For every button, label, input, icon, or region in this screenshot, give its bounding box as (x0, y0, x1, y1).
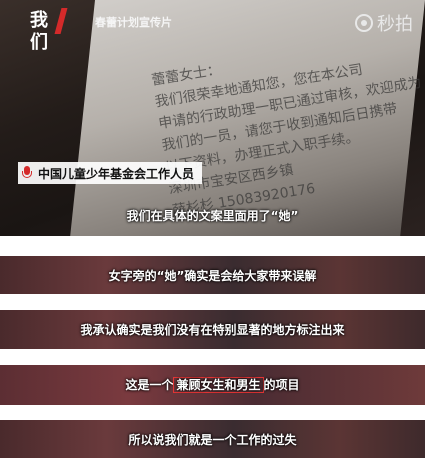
speaker-label: 中国儿童少年基金会工作人员 (38, 166, 195, 181)
video-frame-5: 所以说我们就是一个工作的过失 (0, 420, 425, 458)
video-topbar: 我们 春蕾计划宣传片 秒拍 (0, 0, 425, 53)
subtitle-5: 所以说我们就是一个工作的过失 (128, 433, 297, 447)
subtitle-4-prefix: 这是一个 (125, 378, 174, 392)
subtitle-4-suffix: 的项目 (263, 378, 300, 392)
program-title: 春蕾计划宣传片 (95, 16, 172, 29)
subtitle-4: 这是一个 兼顾女生和男生 的项目 (0, 376, 425, 393)
video-frame-1: 蕾蕾女士： 我们很荣幸地通知您，您在本公司 申请的行政助理一职已通过审核，欢迎成… (0, 0, 425, 236)
video-frame-3: 我承认确实是我们没有在特别显著的地方标注出来 (0, 310, 425, 349)
brand-text: 秒拍 (377, 14, 413, 35)
subtitle-3: 我承认确实是我们没有在特别显著的地方标注出来 (80, 323, 345, 337)
subtitle-1: 我们在具体的文案里面用了“她” (126, 209, 299, 223)
speaker-caption: 中国儿童少年基金会工作人员 (18, 162, 203, 184)
video-frame-2: 女字旁的“她”确实是会给大家带来误解 (0, 256, 425, 294)
subtitle-2: 女字旁的“她”确实是会给大家带来误解 (108, 269, 317, 283)
brand-watermark: 秒拍 (355, 10, 413, 36)
microphone-icon (22, 166, 32, 180)
highlighted-phrase: 兼顾女生和男生 (173, 377, 264, 393)
miaopai-logo-icon (355, 14, 373, 32)
video-frame-4: 这是一个 兼顾女生和男生 的项目 (0, 365, 425, 405)
